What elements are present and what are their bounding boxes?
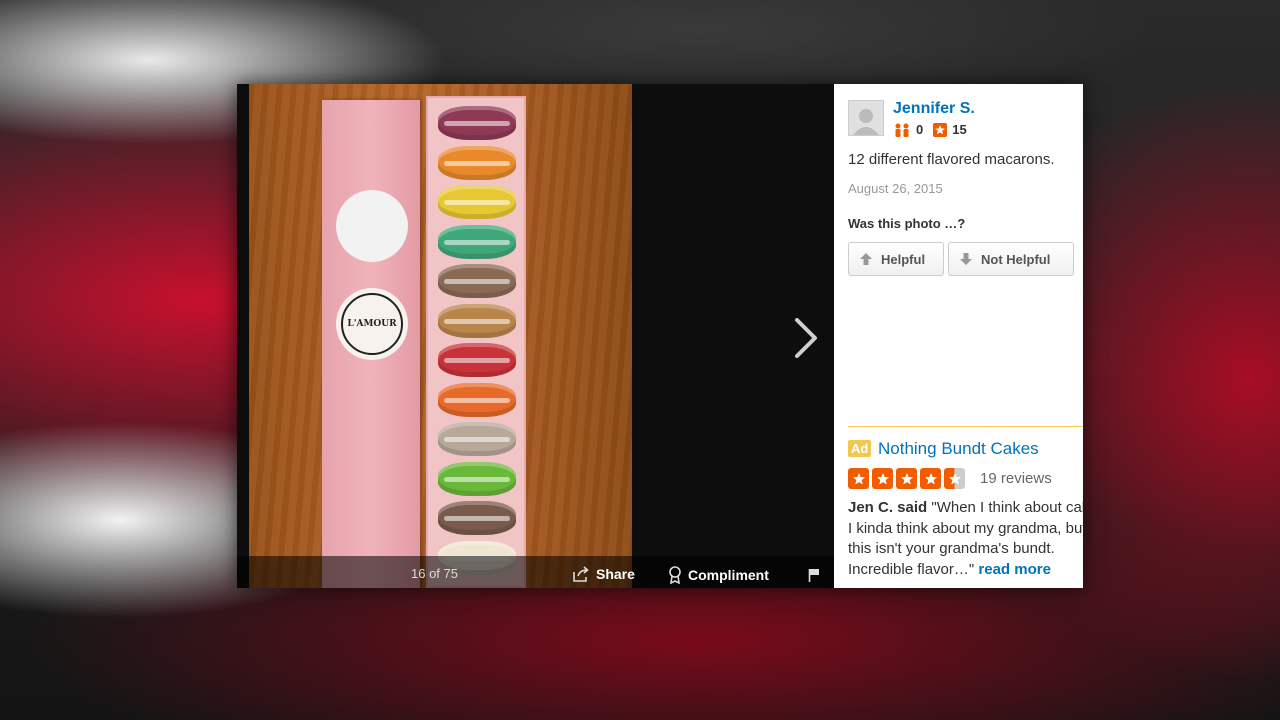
- user-stats: 0 15: [893, 122, 967, 137]
- star-icon: [944, 468, 965, 489]
- macaron: [438, 106, 516, 140]
- reviews-stat: 15: [933, 122, 967, 137]
- arrow-up-icon: [860, 253, 872, 265]
- user-avatar[interactable]: [848, 100, 884, 136]
- macaron: [438, 461, 516, 496]
- bakery-logo: L'AMOUR: [336, 288, 408, 360]
- macaron: [438, 145, 516, 180]
- report-flag-icon[interactable]: [808, 568, 820, 582]
- not-helpful-button[interactable]: Not Helpful: [948, 242, 1074, 276]
- macaron: [438, 185, 516, 219]
- not-helpful-label: Not Helpful: [981, 251, 1051, 267]
- photo-area: L'AMOUR 16 of 75 Share Compliment: [237, 84, 834, 588]
- photo-details-panel: Jennifer S. 0 15 12 different flavored m…: [834, 84, 1083, 588]
- compliment-label: Compliment: [688, 567, 769, 583]
- helpful-question: Was this photo …?: [848, 216, 966, 231]
- ad-star-rating: [848, 468, 965, 489]
- ad-review-snippet: Jen C. said "When I think about cakes I …: [848, 498, 1083, 580]
- macaron: [438, 382, 516, 417]
- helpful-button[interactable]: Helpful: [848, 242, 944, 276]
- macaron: [438, 422, 516, 456]
- friends-icon: [895, 123, 909, 137]
- macaron: [438, 224, 516, 259]
- user-name-link[interactable]: Jennifer S.: [893, 100, 975, 118]
- ad-review-count: 19 reviews: [980, 470, 1052, 487]
- read-more-link[interactable]: read more: [978, 561, 1051, 578]
- friends-count: 0: [916, 122, 924, 137]
- macaron-box-photo: L'AMOUR: [249, 84, 632, 588]
- macaron: [438, 501, 516, 535]
- share-button[interactable]: Share: [572, 566, 635, 582]
- photo-caption: 12 different flavored macarons.: [848, 151, 1055, 168]
- share-label: Share: [596, 566, 635, 582]
- star-icon: [896, 468, 917, 489]
- helpful-label: Helpful: [881, 251, 926, 267]
- compliment-button[interactable]: Compliment: [668, 566, 769, 584]
- photo-viewer: L'AMOUR 16 of 75 Share Compliment Jennif…: [237, 84, 1083, 588]
- next-photo-arrow-icon[interactable]: [793, 316, 819, 360]
- box-lid: L'AMOUR: [322, 100, 420, 588]
- photo-date: August 26, 2015: [848, 181, 943, 196]
- macaron: [438, 343, 516, 377]
- reviews-count: 15: [952, 122, 967, 137]
- macaron: [438, 303, 516, 338]
- ad-divider: [848, 426, 1083, 427]
- star-icon: [848, 468, 869, 489]
- ad-badge: Ad: [848, 440, 872, 457]
- macaron: [438, 264, 516, 298]
- review-star-icon: [933, 122, 948, 137]
- ad-business-link[interactable]: Nothing Bundt Cakes: [878, 439, 1039, 459]
- share-icon: [573, 566, 589, 582]
- star-icon: [920, 468, 941, 489]
- lid-sticker: [336, 190, 408, 262]
- macaron-tray: [426, 96, 526, 588]
- award-icon: [669, 566, 681, 584]
- default-user-icon: [853, 109, 879, 135]
- ad-reviewer: Jen C. said: [848, 499, 928, 516]
- arrow-down-icon: [960, 253, 972, 265]
- friends-stat: 0: [893, 122, 923, 137]
- star-icon: [872, 468, 893, 489]
